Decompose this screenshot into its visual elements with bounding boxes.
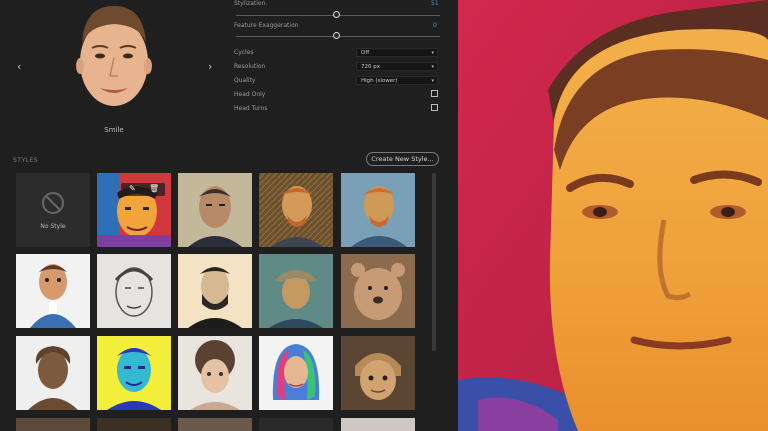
prev-face-arrow-icon[interactable]: ‹ bbox=[17, 60, 21, 73]
style-tile-pop-art-face[interactable] bbox=[97, 336, 171, 410]
cartoon-3d-man-icon bbox=[16, 254, 90, 328]
cycles-label: Cycles bbox=[234, 49, 254, 56]
create-new-style-button[interactable]: Create New Style... bbox=[366, 152, 439, 166]
style-tile-van-gogh-blue-portrait[interactable] bbox=[341, 173, 415, 247]
style-tile-bear-sculpture[interactable] bbox=[341, 254, 415, 328]
stylization-slider-handle[interactable] bbox=[333, 11, 340, 18]
face-expression-label: Smile bbox=[104, 126, 124, 134]
no-style-icon bbox=[42, 192, 64, 214]
sketch-child-icon bbox=[178, 336, 252, 410]
van-gogh-portrait-icon bbox=[259, 173, 333, 247]
style-tile-realistic-portrait[interactable] bbox=[178, 173, 252, 247]
stylization-label: Stylization bbox=[234, 0, 266, 7]
cycles-select[interactable]: Off ▾ bbox=[356, 48, 438, 57]
style-panel: ‹ › Smile Stylization 51 Feature Exagger… bbox=[0, 0, 458, 431]
smiling-face-icon bbox=[76, 6, 152, 106]
styles-heading: STYLES bbox=[13, 157, 39, 164]
style-tile-colorful-painted-face[interactable]: ✎ 🗑 bbox=[97, 173, 171, 247]
stylized-portrait-image bbox=[458, 0, 768, 431]
resolution-select-value: 720 px bbox=[361, 64, 380, 70]
stylization-value: 51 bbox=[431, 0, 439, 7]
quality-select-value: High (slower) bbox=[361, 78, 398, 84]
style-tile-sketch-child[interactable] bbox=[178, 336, 252, 410]
pop-art-face-icon bbox=[97, 336, 171, 410]
head-turns-checkbox[interactable] bbox=[431, 104, 438, 111]
bronze-bust-icon bbox=[16, 336, 90, 410]
style-tile-partial[interactable] bbox=[97, 418, 171, 431]
style-tile-cartoon-3d-man[interactable] bbox=[16, 254, 90, 328]
stylized-output-preview bbox=[458, 0, 768, 431]
quality-select[interactable]: High (slower) ▾ bbox=[356, 76, 438, 85]
next-face-arrow-icon[interactable]: › bbox=[208, 60, 212, 73]
styles-scrollbar[interactable] bbox=[432, 173, 436, 351]
face-expression-preview[interactable] bbox=[70, 0, 158, 122]
realistic-portrait-icon bbox=[178, 173, 252, 247]
style-tile-partial[interactable] bbox=[259, 418, 333, 431]
head-only-label: Head Only bbox=[234, 91, 266, 98]
pencil-sketch-face-icon bbox=[97, 254, 171, 328]
no-style-label: No Style bbox=[40, 223, 66, 230]
style-tile-pencil-sketch-face[interactable] bbox=[97, 254, 171, 328]
head-turns-label: Head Turns bbox=[234, 105, 268, 112]
style-tile-bronze-bust[interactable] bbox=[16, 336, 90, 410]
style-tile-partial[interactable] bbox=[178, 418, 252, 431]
style-tile-rainbow-hair-woman[interactable] bbox=[259, 336, 333, 410]
bear-sculpture-icon bbox=[341, 254, 415, 328]
van-gogh-hat-portrait-icon bbox=[259, 254, 333, 328]
head-only-checkbox[interactable] bbox=[431, 90, 438, 97]
feature-exaggeration-value: 0 bbox=[433, 22, 437, 29]
chevron-down-icon: ▾ bbox=[431, 78, 434, 84]
van-gogh-blue-portrait-icon bbox=[341, 173, 415, 247]
wooden-carving-icon bbox=[341, 336, 415, 410]
chevron-down-icon: ▾ bbox=[431, 50, 434, 56]
style-tile-wooden-carving[interactable] bbox=[341, 336, 415, 410]
resolution-label: Resolution bbox=[234, 63, 266, 70]
style-tile-partial[interactable] bbox=[341, 418, 415, 431]
style-tile-van-gogh-portrait[interactable] bbox=[259, 173, 333, 247]
chevron-down-icon: ▾ bbox=[431, 64, 434, 70]
rainbow-hair-woman-icon bbox=[259, 336, 333, 410]
feature-exaggeration-slider-handle[interactable] bbox=[333, 32, 340, 39]
style-tile-lincoln-engraving[interactable] bbox=[178, 254, 252, 328]
feature-exaggeration-label: Feature Exaggeration bbox=[234, 22, 299, 29]
style-tile-no-style[interactable]: No Style bbox=[16, 173, 90, 247]
style-tile-van-gogh-hat-portrait[interactable] bbox=[259, 254, 333, 328]
quality-label: Quality bbox=[234, 77, 256, 84]
style-tile-partial[interactable] bbox=[16, 418, 90, 431]
lincoln-engraving-icon bbox=[178, 254, 252, 328]
selected-tile-outline bbox=[97, 173, 171, 247]
cycles-select-value: Off bbox=[361, 50, 370, 56]
resolution-select[interactable]: 720 px ▾ bbox=[356, 62, 438, 71]
